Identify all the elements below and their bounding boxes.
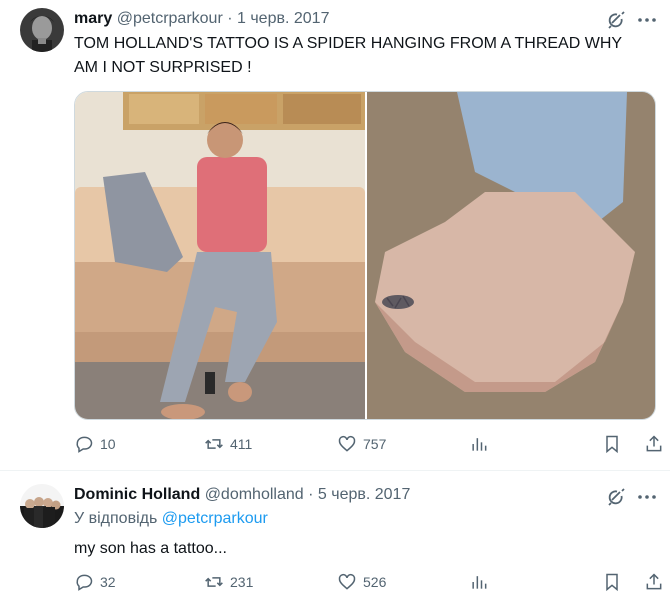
more-icon[interactable] — [636, 9, 658, 31]
like-button[interactable]: 757 — [337, 433, 386, 455]
display-name[interactable]: Dominic Holland — [74, 486, 200, 503]
retweet-button[interactable]: 231 — [204, 571, 253, 593]
tweet-text: my son has a tattoo... — [74, 540, 227, 557]
reply-button[interactable]: 32 — [74, 571, 116, 593]
heart-icon — [338, 435, 356, 452]
display-name[interactable]: mary — [74, 10, 112, 27]
more-icon[interactable] — [636, 486, 658, 508]
reply-icon — [76, 574, 93, 591]
avatar-mary[interactable] — [20, 8, 64, 52]
reply-count: 32 — [100, 574, 116, 590]
like-count: 757 — [363, 436, 387, 452]
reply-context: У відповідь @petcrparkour — [74, 510, 268, 528]
views-icon — [472, 438, 487, 451]
retweet-icon — [205, 577, 223, 587]
tweet-1: mary @petcrparkour · 1 черв. 2017 TOM HO… — [0, 0, 670, 471]
tweet-date[interactable]: 1 черв. 2017 — [237, 10, 329, 27]
reply-button[interactable]: 10 — [74, 433, 116, 455]
heart-icon — [338, 573, 356, 590]
tweet-actions: 32 231 526 — [74, 571, 664, 593]
photo-right[interactable] — [367, 92, 656, 420]
bookmark-button[interactable] — [602, 571, 622, 593]
like-button[interactable]: 526 — [337, 571, 386, 593]
retweet-count: 231 — [230, 574, 254, 590]
views-button[interactable] — [469, 571, 489, 593]
grok-icon[interactable] — [605, 486, 627, 508]
tweet-date[interactable]: 5 черв. 2017 — [318, 486, 410, 503]
tweet-header: mary @petcrparkour · 1 черв. 2017 — [74, 9, 329, 29]
separator: · — [308, 486, 314, 503]
bookmark-button[interactable] — [602, 433, 622, 455]
bookmark-icon — [606, 435, 618, 454]
tweet-header: Dominic Holland @domholland · 5 черв. 20… — [74, 485, 410, 505]
tweet-2: Dominic Holland @domholland · 5 черв. 20… — [0, 471, 670, 608]
share-button[interactable] — [644, 433, 664, 455]
retweet-button[interactable]: 411 — [204, 433, 252, 455]
reply-mention[interactable]: @petcrparkour — [162, 510, 268, 527]
tweet-media[interactable] — [74, 91, 656, 420]
retweet-count: 411 — [230, 436, 253, 452]
views-icon — [472, 576, 487, 589]
reply-icon — [76, 436, 93, 453]
share-icon — [646, 435, 662, 452]
separator: · — [227, 10, 233, 27]
user-handle[interactable]: @petcrparkour — [117, 10, 223, 27]
tweet-actions: 10 411 757 — [74, 433, 664, 455]
views-button[interactable] — [469, 433, 489, 455]
photo-left[interactable] — [75, 92, 365, 420]
share-icon — [646, 573, 662, 590]
like-count: 526 — [363, 574, 387, 590]
bookmark-icon — [606, 573, 618, 592]
reply-prefix: У відповідь — [74, 510, 158, 527]
avatar-dominic-holland[interactable] — [20, 484, 64, 528]
user-handle[interactable]: @domholland — [205, 486, 304, 503]
retweet-icon — [205, 439, 223, 449]
grok-icon[interactable] — [605, 9, 627, 31]
share-button[interactable] — [644, 571, 664, 593]
tweet-text: TOM HOLLAND'S TATTOO IS A SPIDER HANGING… — [74, 35, 622, 76]
reply-count: 10 — [100, 436, 116, 452]
